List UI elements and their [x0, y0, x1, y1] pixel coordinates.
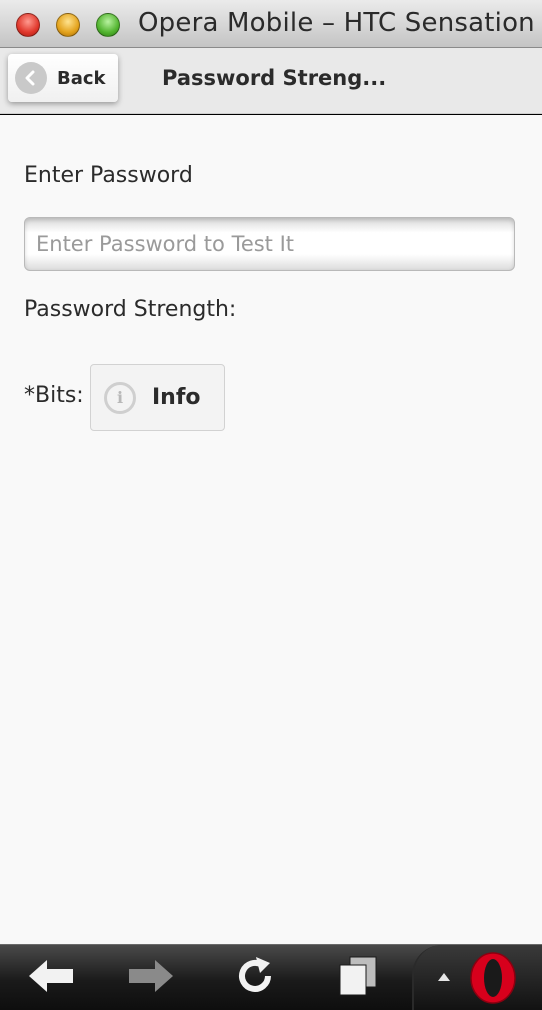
chevron-left-icon [15, 62, 47, 94]
app-header: Back Password Streng... [0, 48, 542, 114]
info-button[interactable]: i Info [90, 364, 225, 431]
window-title: Opera Mobile – HTC Sensation [138, 8, 535, 38]
reload-icon [232, 953, 278, 1003]
caret-up-icon [438, 973, 450, 981]
info-button-label: Info [152, 385, 201, 410]
arrow-left-icon [27, 958, 75, 998]
info-icon: i [104, 381, 136, 414]
password-input[interactable] [24, 217, 515, 271]
arrow-right-icon [127, 958, 175, 998]
back-button[interactable]: Back [8, 54, 118, 102]
window-titlebar: Opera Mobile – HTC Sensation [0, 0, 542, 48]
close-window-button[interactable] [16, 13, 40, 37]
password-label: Enter Password [24, 163, 193, 188]
browser-forward-button[interactable] [126, 953, 176, 1003]
browser-reload-button[interactable] [230, 953, 280, 1003]
bits-label: *Bits: [24, 383, 84, 408]
page-title: Password Streng... [162, 66, 387, 90]
minimize-window-button[interactable] [56, 13, 80, 37]
tabs-icon [334, 953, 380, 1003]
opera-menu-button[interactable] [412, 945, 542, 1010]
browser-tabs-button[interactable] [332, 953, 382, 1003]
back-button-label: Back [57, 67, 106, 89]
browser-toolbar [0, 944, 542, 1010]
browser-back-button[interactable] [26, 953, 76, 1003]
opera-logo-icon [466, 951, 520, 1005]
zoom-window-button[interactable] [96, 13, 120, 37]
main-content: Enter Password Password Strength: *Bits:… [0, 115, 542, 944]
password-strength-label: Password Strength: [24, 297, 237, 322]
